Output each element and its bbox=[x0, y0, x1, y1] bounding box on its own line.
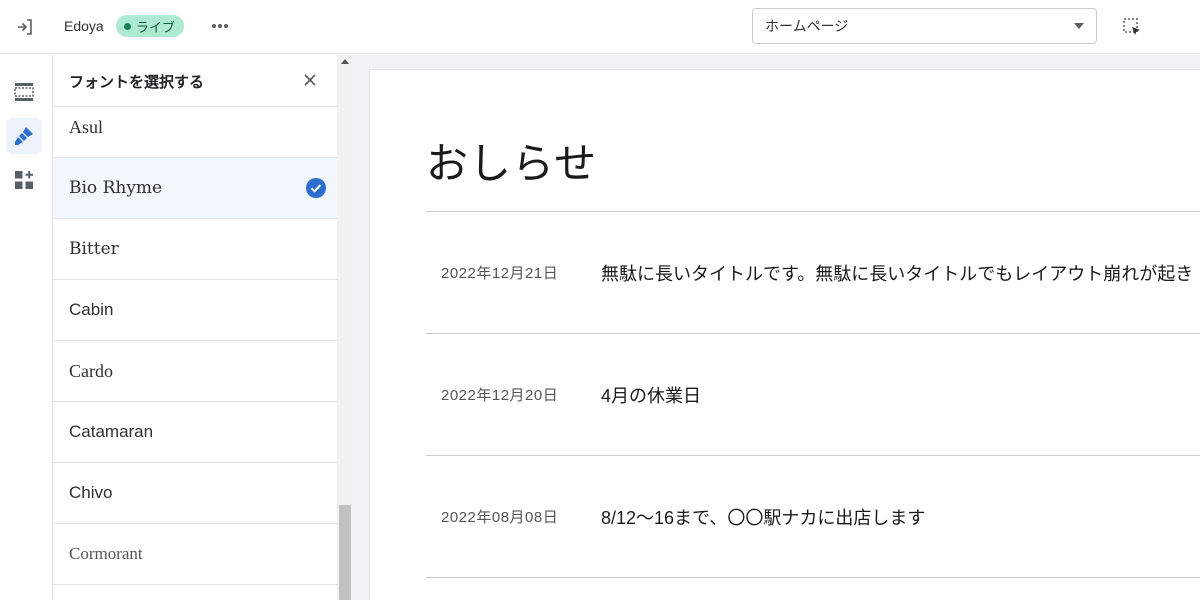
font-option-bitter[interactable]: Bitter bbox=[53, 219, 337, 280]
font-option-label: Catamaran bbox=[69, 422, 154, 441]
news-item[interactable]: 2022年08月08日 8/12～16まで、〇〇駅ナカに出店します bbox=[426, 456, 1200, 577]
scroll-up-arrow-icon[interactable] bbox=[341, 59, 349, 64]
font-option-label: Chivo bbox=[69, 483, 113, 502]
font-option-label: Cabin bbox=[69, 300, 114, 319]
live-status-badge: ライブ bbox=[116, 15, 185, 37]
select-element-icon bbox=[1123, 18, 1140, 35]
exit-button[interactable] bbox=[11, 13, 39, 41]
page-selector[interactable]: ホームページ bbox=[752, 8, 1097, 44]
page-selector-value: ホームページ bbox=[765, 18, 849, 34]
font-option-label: Bitter bbox=[69, 239, 119, 259]
font-picker-panel: フォントを選択する Asul Bio Rhyme Bitter Cabin Ca… bbox=[53, 55, 337, 600]
live-badge-label: ライブ bbox=[136, 19, 176, 35]
news-date: 2022年12月20日 bbox=[441, 387, 559, 404]
editor-sidebar-rail bbox=[0, 55, 53, 600]
store-name: Edoya bbox=[64, 18, 104, 34]
divider bbox=[426, 577, 1200, 578]
font-option-chivo[interactable]: Chivo bbox=[53, 463, 337, 524]
more-horizontal-icon bbox=[212, 24, 228, 28]
news-date: 2022年12月21日 bbox=[441, 265, 559, 282]
news-title[interactable]: 4月の休業日 bbox=[601, 382, 701, 408]
sections-icon bbox=[14, 83, 34, 101]
close-icon bbox=[304, 74, 316, 86]
news-title[interactable]: 8/12～16まで、〇〇駅ナカに出店します bbox=[601, 504, 925, 530]
caret-down-icon bbox=[1074, 23, 1084, 29]
font-picker-title: フォントを選択する bbox=[69, 74, 205, 91]
font-list: Asul Bio Rhyme Bitter Cabin Cardo Catama… bbox=[53, 107, 337, 585]
font-picker-header: フォントを選択する bbox=[53, 55, 337, 107]
paint-brush-icon bbox=[15, 127, 33, 145]
font-option-catamaran[interactable]: Catamaran bbox=[53, 402, 337, 463]
font-option-label: Cardo bbox=[69, 360, 113, 381]
news-section-heading: おしらせ bbox=[426, 140, 598, 187]
preview-page: おしらせ 2022年12月21日 無駄に長いタイトルです。無駄に長いタイトルでも… bbox=[370, 70, 1200, 600]
more-actions-button[interactable] bbox=[206, 14, 234, 38]
font-option-cardo[interactable]: Cardo bbox=[53, 341, 337, 402]
font-option-label: Cormorant bbox=[69, 544, 143, 563]
check-circle-icon bbox=[306, 178, 326, 198]
font-option-label: Asul bbox=[69, 117, 104, 137]
news-item[interactable]: 2022年12月20日 4月の休業日 bbox=[426, 334, 1200, 455]
font-option-asul[interactable]: Asul bbox=[53, 107, 337, 158]
theme-settings-button[interactable] bbox=[6, 118, 42, 154]
top-bar: Edoya ライブ ホームページ bbox=[0, 0, 1200, 54]
font-list-scrollbar[interactable] bbox=[337, 55, 353, 600]
sections-button[interactable] bbox=[6, 74, 42, 110]
apps-icon bbox=[15, 171, 33, 189]
news-date: 2022年08月08日 bbox=[441, 509, 559, 526]
font-option-label: Bio Rhyme bbox=[69, 178, 163, 198]
live-dot-icon bbox=[124, 22, 131, 30]
news-item[interactable]: 2022年12月21日 無駄に長いタイトルです。無駄に長いタイトルでもレイアウト… bbox=[426, 212, 1200, 333]
preview-canvas: おしらせ 2022年12月21日 無駄に長いタイトルです。無駄に長いタイトルでも… bbox=[353, 55, 1200, 600]
font-option-bio-rhyme[interactable]: Bio Rhyme bbox=[53, 158, 337, 219]
inspector-button[interactable] bbox=[1118, 13, 1146, 41]
close-button[interactable] bbox=[299, 69, 321, 91]
exit-icon bbox=[18, 19, 32, 35]
scrollbar-thumb[interactable] bbox=[339, 505, 351, 600]
font-option-cormorant[interactable]: Cormorant bbox=[53, 524, 337, 585]
apps-button[interactable] bbox=[6, 162, 42, 198]
news-title[interactable]: 無駄に長いタイトルです。無駄に長いタイトルでもレイアウト崩れが起き bbox=[601, 260, 1193, 286]
font-option-cabin[interactable]: Cabin bbox=[53, 280, 337, 341]
